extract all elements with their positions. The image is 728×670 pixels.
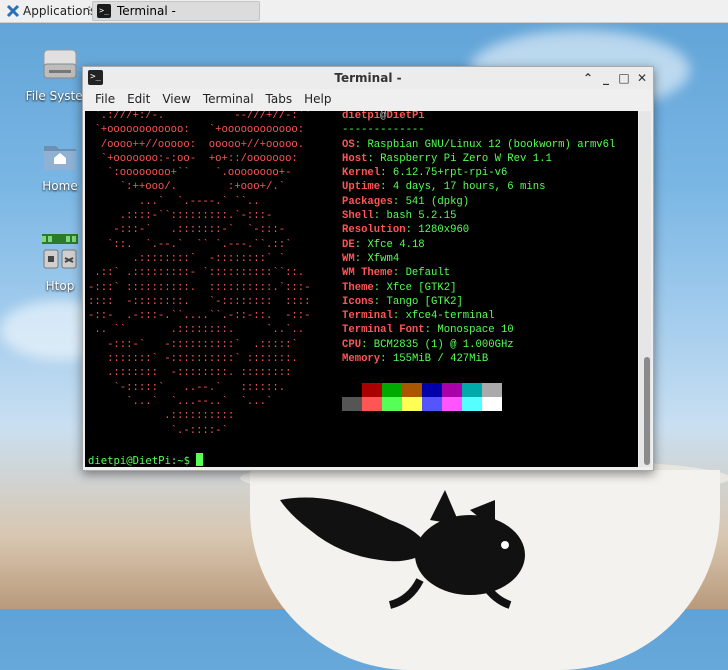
info-value: Default <box>405 267 451 280</box>
info-key: Terminal <box>342 310 393 323</box>
xfce-mouse-logo <box>280 490 525 609</box>
palette-swatch <box>402 383 422 397</box>
palette-swatch <box>362 397 382 411</box>
taskbar-terminal-label: Terminal - <box>117 4 176 18</box>
menu-terminal[interactable]: Terminal <box>197 92 260 106</box>
info-value: Xfwm4 <box>367 252 400 265</box>
info-key: Shell <box>342 210 374 223</box>
htop-icon <box>42 234 78 269</box>
info-key: Theme <box>342 281 374 294</box>
window-title: Terminal - <box>334 71 402 85</box>
palette-swatch <box>362 383 382 397</box>
palette-swatch <box>342 397 362 411</box>
menu-help[interactable]: Help <box>298 92 337 106</box>
info-key: Resolution <box>342 224 406 237</box>
minimize-button[interactable]: _ <box>597 69 615 87</box>
scrollbar-thumb[interactable] <box>644 357 650 465</box>
menu-view[interactable]: View <box>156 92 196 106</box>
info-value: 1280x960 <box>418 224 470 237</box>
info-value: 4 days, 17 hours, 6 mins <box>392 181 546 194</box>
palette-swatch <box>462 397 482 411</box>
info-key: Host <box>342 152 368 165</box>
info-key: CPU <box>342 338 362 351</box>
info-value: 6.12.75+rpt-rpi-v6 <box>392 167 508 180</box>
text-cursor <box>196 453 204 466</box>
maximize-button[interactable]: □ <box>615 69 633 87</box>
color-palette <box>342 383 502 411</box>
info-value: Xfce 4.18 <box>367 238 425 251</box>
info-user: dietpi <box>342 111 381 122</box>
info-value: BCM2835 (1) @ 1.000GHz <box>373 338 514 351</box>
neofetch-info: dietpi@DietPi ------------- OS: Raspbian… <box>342 111 616 366</box>
palette-swatch <box>382 397 402 411</box>
palette-swatch <box>402 397 422 411</box>
info-value: Raspberry Pi Zero W Rev 1.1 <box>380 152 552 165</box>
close-button[interactable]: ✕ <box>633 69 651 87</box>
menu-bar: File Edit View Terminal Tabs Help <box>83 89 653 109</box>
applications-label: Applications <box>23 4 97 18</box>
shade-button[interactable]: ⌃ <box>579 69 597 87</box>
applications-menu-button[interactable]: Applications <box>2 2 100 20</box>
info-value: Xfce [GTK2] <box>386 281 457 294</box>
home-folder-icon <box>44 146 76 170</box>
info-key: WM <box>342 252 355 265</box>
window-titlebar[interactable]: >_ Terminal - ⌃ _ □ ✕ <box>83 67 653 89</box>
top-panel: Applications ⠿ >_ Terminal - <box>0 0 728 23</box>
palette-swatch <box>442 383 462 397</box>
palette-swatch <box>462 383 482 397</box>
palette-row-dark <box>342 383 502 397</box>
menu-file[interactable]: File <box>89 92 121 106</box>
info-key: DE <box>342 238 355 251</box>
info-key: OS <box>342 138 355 151</box>
info-key: WM Theme <box>342 267 393 280</box>
palette-swatch <box>342 383 362 397</box>
menu-tabs[interactable]: Tabs <box>260 92 299 106</box>
prompt-text: dietpi@DietPi:~$ <box>88 455 197 467</box>
palette-swatch <box>482 397 502 411</box>
shell-prompt: dietpi@DietPi:~$ <box>88 453 204 467</box>
xfce-logo-icon <box>6 4 20 18</box>
palette-swatch <box>422 383 442 397</box>
info-value: Monospace 10 <box>437 324 514 337</box>
terminal-window: >_ Terminal - ⌃ _ □ ✕ File Edit View Ter… <box>82 66 654 471</box>
info-host: DietPi <box>386 111 425 122</box>
taskbar-terminal-button[interactable]: >_ Terminal - <box>92 1 260 21</box>
info-key: Icons <box>342 295 374 308</box>
palette-swatch <box>482 383 502 397</box>
info-value: Tango [GTK2] <box>386 295 463 308</box>
info-key: Memory <box>342 353 381 366</box>
palette-swatch <box>442 397 462 411</box>
palette-swatch <box>422 397 442 411</box>
drive-icon <box>43 49 77 79</box>
info-value: 155MiB / 427MiB <box>392 353 489 366</box>
menu-edit[interactable]: Edit <box>121 92 156 106</box>
terminal-icon: >_ <box>97 4 111 18</box>
palette-swatch <box>382 383 402 397</box>
info-key: Terminal Font <box>342 324 425 337</box>
palette-row-bright <box>342 397 502 411</box>
info-value: xfce4-terminal <box>405 310 495 323</box>
info-value: bash 5.2.15 <box>386 210 457 223</box>
raspberry-ascii-logo: `.:///+:/-. --///+//-:`` `+oooooooooooo:… <box>88 111 311 437</box>
info-value: 541 (dpkg) <box>405 195 470 208</box>
info-value: Raspbian GNU/Linux 12 (bookworm) armv6l <box>367 138 616 151</box>
info-key: Kernel <box>342 167 381 180</box>
info-key: Uptime <box>342 181 381 194</box>
terminal-output[interactable]: `.:///+:/-. --///+//-:`` `+oooooooooooo:… <box>85 111 638 467</box>
info-key: Packages <box>342 195 393 208</box>
info-separator: ------------- <box>342 124 425 137</box>
